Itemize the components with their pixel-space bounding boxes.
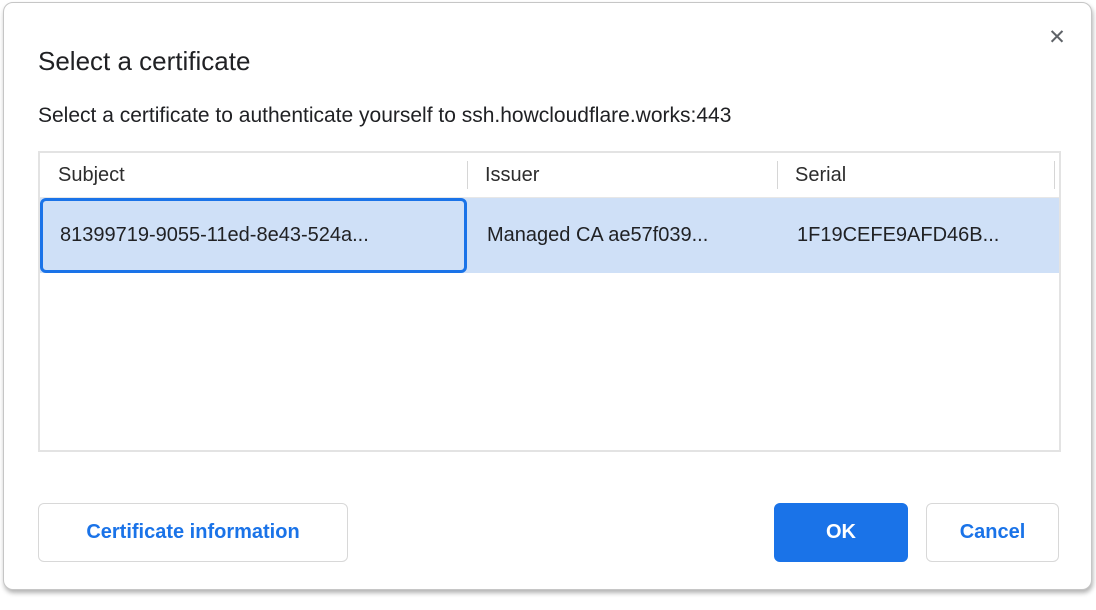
dialog-title: Select a certificate — [38, 46, 250, 77]
certificate-row-selected[interactable]: 81399719-9055-11ed-8e43-524a... Managed … — [40, 198, 1059, 273]
certificate-table: Subject Issuer Serial 81399719-9055-11ed… — [38, 151, 1061, 452]
column-header-subject: Subject — [40, 153, 467, 197]
table-header-row: Subject Issuer Serial — [40, 153, 1059, 198]
column-header-serial: Serial — [777, 153, 1054, 197]
ok-button[interactable]: OK — [774, 503, 908, 562]
cell-serial: 1F19CEFE9AFD46B... — [777, 198, 1054, 273]
cell-subject: 81399719-9055-11ed-8e43-524a... — [40, 198, 467, 273]
column-header-issuer: Issuer — [467, 153, 777, 197]
close-icon-glyph: ✕ — [1048, 27, 1066, 48]
column-header-gutter — [1054, 153, 1059, 197]
cell-issuer: Managed CA ae57f039... — [467, 198, 777, 273]
certificate-information-button[interactable]: Certificate information — [38, 503, 348, 562]
cancel-button[interactable]: Cancel — [926, 503, 1059, 562]
close-icon[interactable]: ✕ — [1042, 22, 1072, 52]
screen: ✕ Select a certificate Select a certific… — [0, 0, 1096, 610]
select-certificate-dialog: ✕ Select a certificate Select a certific… — [3, 2, 1092, 590]
dialog-subtitle: Select a certificate to authenticate you… — [38, 104, 731, 128]
